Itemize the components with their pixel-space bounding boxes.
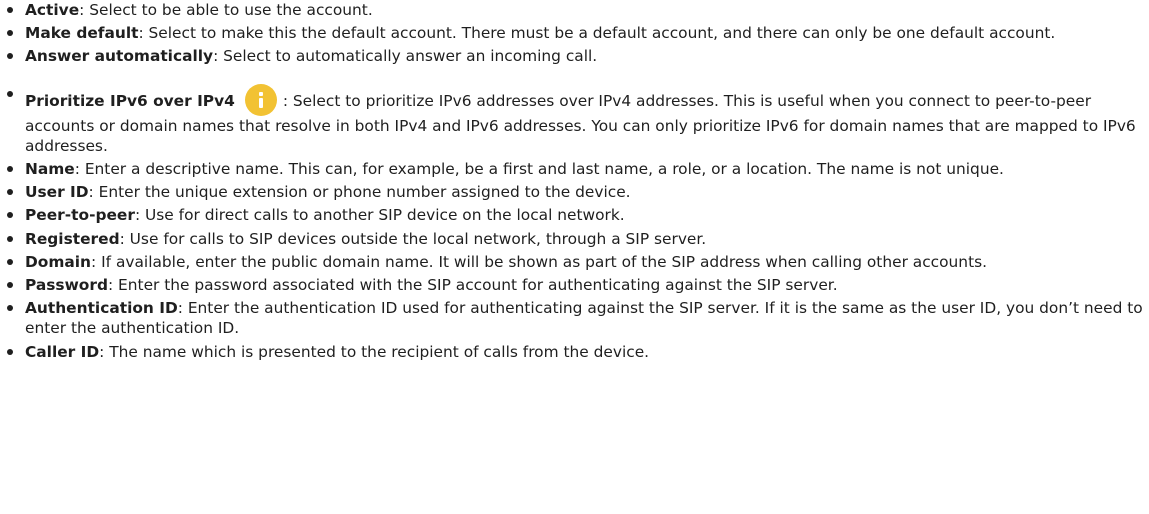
item-description: : The name which is presented to the rec…: [99, 342, 650, 361]
item-description: : Enter the authentication ID used for a…: [25, 299, 1143, 338]
bullet: [7, 348, 13, 355]
bullet: [7, 282, 13, 289]
item-description: : If available, enter the public domain …: [91, 252, 988, 271]
item-term: Make default: [25, 24, 139, 43]
list-item-domain: Domain: If available, enter the public d…: [0, 252, 1145, 272]
item-term: Peer-to-peer: [25, 206, 135, 225]
item-description: : Select to be able to use the account.: [79, 1, 373, 19]
list-item-prioritize-ipv6: Prioritize IPv6 over IPv4: Select to pri…: [0, 83, 1145, 156]
bullet: [7, 258, 13, 265]
item-description: : Enter the password associated with the…: [107, 276, 838, 295]
item-description: : Use for direct calls to another SIP de…: [134, 206, 625, 225]
bullet: [7, 305, 13, 312]
item-term: User ID: [25, 183, 89, 202]
item-term: Prioritize IPv6 over IPv4: [25, 91, 235, 110]
item-description: : Enter a descriptive name. This can, fo…: [74, 160, 1004, 179]
item-term: Name: [25, 160, 75, 179]
item-term: Answer automatically: [25, 47, 214, 66]
bullet: [7, 189, 13, 196]
item-term: Caller ID: [25, 342, 100, 361]
bullet: [7, 90, 13, 97]
item-description: : Enter the unique extension or phone nu…: [88, 183, 631, 202]
bullet: [7, 212, 13, 219]
bullet: [7, 30, 13, 37]
item-description: : Use for calls to SIP devices outside t…: [119, 229, 707, 248]
bullet: [7, 53, 13, 60]
item-description: : Select to make this the default accoun…: [138, 24, 1056, 43]
item-term: Registered: [25, 229, 120, 248]
list-item-registered: Registered: Use for calls to SIP devices…: [0, 229, 1149, 249]
list-item-active: Active: Select to be able to use the acc…: [0, 0, 1149, 20]
info-icon: [244, 83, 277, 116]
list-item-name: Name: Enter a descriptive name. This can…: [0, 159, 1145, 179]
document-body: Active: Select to be able to use the acc…: [0, 0, 1149, 362]
list-item-caller-id: Caller ID: The name which is presented t…: [0, 342, 1149, 362]
list-item-authentication-id: Authentication ID: Enter the authenticat…: [0, 298, 1145, 338]
item-term: Authentication ID: [25, 299, 178, 318]
list-item-peer-to-peer: Peer-to-peer: Use for direct calls to an…: [0, 205, 1149, 225]
item-term: Domain: [25, 252, 92, 271]
bullet: [7, 166, 13, 173]
item-term: Active: [25, 1, 80, 19]
list-item-password: Password: Enter the password associated …: [0, 275, 1149, 295]
list-item-user-id: User ID: Enter the unique extension or p…: [0, 182, 1149, 202]
list-item-make-default: Make default: Select to make this the de…: [0, 23, 1095, 43]
item-term: Password: [25, 276, 108, 295]
bullet: [7, 235, 13, 242]
list-item-answer-automatically: Answer automatically: Select to automati…: [0, 46, 1149, 66]
item-description: : Select to automatically answer an inco…: [213, 47, 598, 66]
bullet: [7, 7, 13, 13]
